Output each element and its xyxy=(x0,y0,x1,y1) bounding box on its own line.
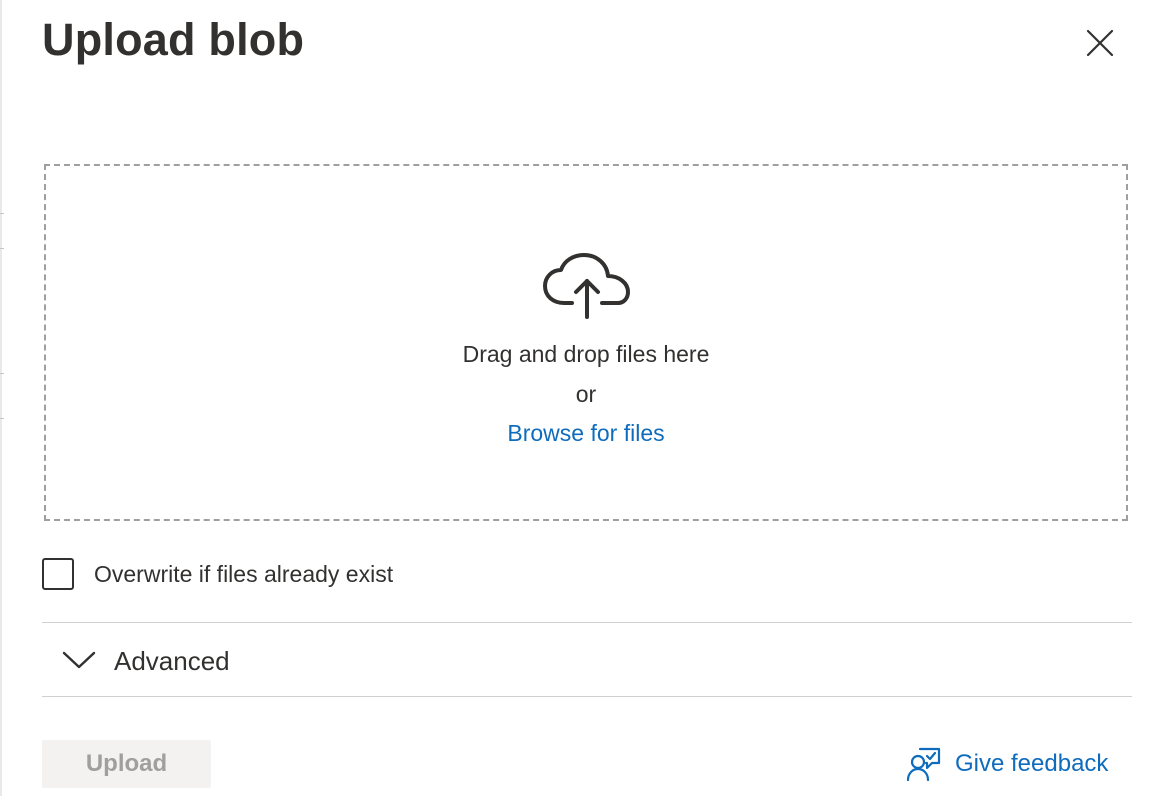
background-edge-tick xyxy=(0,248,4,249)
advanced-label: Advanced xyxy=(114,646,230,676)
overwrite-checkbox[interactable] xyxy=(42,558,74,590)
give-feedback-label: Give feedback xyxy=(955,750,1109,777)
browse-for-files-link[interactable]: Browse for files xyxy=(507,420,664,446)
close-button[interactable] xyxy=(1078,21,1122,65)
overwrite-checkbox-label[interactable]: Overwrite if files already exist xyxy=(94,561,393,588)
close-icon xyxy=(1086,29,1114,57)
divider xyxy=(42,622,1132,623)
background-edge-tick xyxy=(0,213,4,214)
drag-drop-text: Drag and drop files here xyxy=(462,341,710,367)
background-edge-tick xyxy=(0,373,4,374)
chevron-down-icon xyxy=(62,651,96,669)
upload-button[interactable]: Upload xyxy=(42,740,211,788)
browse-link-container: Browse for files xyxy=(44,420,1128,447)
cloud-upload-icon xyxy=(543,253,630,319)
panel-title: Upload blob xyxy=(42,14,305,65)
upload-blob-panel: Upload blob Drag and drop files here or … xyxy=(0,0,1161,796)
advanced-section-toggle[interactable]: Advanced xyxy=(42,624,1132,696)
background-edge xyxy=(0,0,2,796)
or-text: or xyxy=(575,381,597,407)
background-edge-tick xyxy=(0,418,4,419)
divider xyxy=(42,696,1132,697)
feedback-person-icon xyxy=(906,747,941,782)
